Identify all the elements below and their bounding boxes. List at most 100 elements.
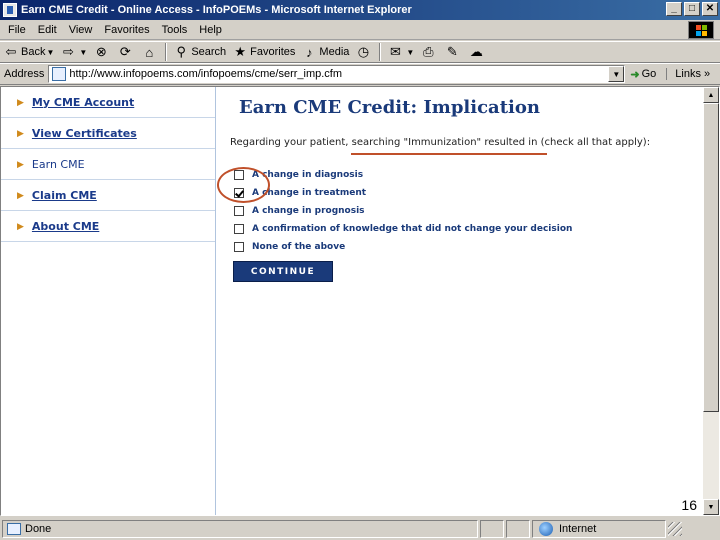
go-label: Go <box>641 68 657 80</box>
option-none-of-the-above[interactable]: None of the above <box>234 240 345 254</box>
back-dropdown-icon[interactable]: ▼ <box>46 48 54 57</box>
status-bar: Done Internet <box>0 518 720 540</box>
mail-icon: ✉ <box>389 44 401 59</box>
home-icon: ⌂ <box>145 44 154 60</box>
menu-help[interactable]: Help <box>193 24 228 36</box>
close-button[interactable]: ✕ <box>702 2 718 16</box>
back-button[interactable]: ⇦ Back ▼ <box>0 42 57 62</box>
security-zone-pane: Internet <box>532 520 666 538</box>
address-bar: Address http://www.infopoems.com/infopoe… <box>0 63 720 85</box>
continue-button[interactable]: CONTINUE <box>233 261 333 282</box>
refresh-button[interactable]: ⟳ <box>114 42 138 62</box>
print-button[interactable]: ⎙ <box>417 42 441 62</box>
menu-favorites[interactable]: Favorites <box>98 24 155 36</box>
print-icon: ⎙ <box>423 44 434 59</box>
toolbar-separator <box>379 43 382 61</box>
history-icon: ◷ <box>357 44 370 59</box>
stop-button[interactable]: ⊗ <box>90 42 114 62</box>
window-title: Earn CME Credit - Online Access - InfoPO… <box>21 4 412 16</box>
checkbox[interactable] <box>234 242 244 252</box>
address-dropdown-icon[interactable]: ▼ <box>608 66 625 82</box>
zone-label: Internet <box>559 523 597 535</box>
favorites-button[interactable]: ★ Favorites <box>229 42 298 62</box>
back-label: Back <box>21 46 46 58</box>
vertical-scrollbar[interactable]: ▲ ▼ <box>703 87 719 515</box>
bullet-arrow-icon: ▶ <box>17 158 24 169</box>
go-arrow-icon: ➜ <box>630 68 640 81</box>
mail-dropdown-icon[interactable]: ▼ <box>406 48 414 57</box>
page-done-icon <box>7 523 21 535</box>
address-label: Address <box>4 68 45 80</box>
status-pane-empty <box>480 520 504 538</box>
sidebar-item-label[interactable]: Earn CME <box>32 158 85 171</box>
edit-button[interactable]: ✎ <box>441 42 465 62</box>
internet-globe-icon <box>539 522 553 536</box>
maximize-button[interactable]: □ <box>684 2 700 16</box>
window-controls: _ □ ✕ <box>666 2 718 16</box>
address-input[interactable]: http://www.infopoems.com/infopoems/cme/s… <box>48 65 626 83</box>
sidebar-item-label[interactable]: Claim CME <box>32 189 97 202</box>
sidebar-item-label[interactable]: About CME <box>32 220 99 233</box>
bullet-arrow-icon: ▶ <box>17 220 24 231</box>
option-label: None of the above <box>252 242 346 252</box>
slide-number: 16 <box>681 497 697 513</box>
bullet-arrow-icon: ▶ <box>17 127 24 138</box>
forward-button[interactable]: ⇨ ▼ <box>57 42 90 62</box>
sidebar-item-my-cme-account[interactable]: ▶ My CME Account <box>1 87 215 118</box>
checkbox[interactable] <box>234 224 244 234</box>
menu-file[interactable]: File <box>0 24 32 36</box>
ie-page-icon <box>3 3 17 17</box>
edit-icon: ✎ <box>446 44 458 59</box>
option-confirmation-of-knowledge[interactable]: A confirmation of knowledge that did not… <box>234 222 572 236</box>
sidebar-item-view-certificates[interactable]: ▶ View Certificates <box>1 118 215 149</box>
minimize-button[interactable]: _ <box>666 2 682 16</box>
discuss-button[interactable]: ☁ <box>465 42 489 62</box>
address-url[interactable]: http://www.infopoems.com/infopoems/cme/s… <box>69 68 342 80</box>
sidebar-item-claim-cme[interactable]: ▶ Claim CME <box>1 180 215 211</box>
browser-viewport: ▶ My CME Account ▶ View Certificates ▶ E… <box>0 86 720 516</box>
search-button[interactable]: ⚲ Search <box>170 42 229 62</box>
discuss-icon: ☁ <box>469 44 483 59</box>
page-title: Earn CME Credit: Implication <box>239 97 540 118</box>
option-change-in-prognosis[interactable]: A change in prognosis <box>234 204 365 218</box>
sidebar-item-earn-cme[interactable]: ▶ Earn CME <box>1 149 215 180</box>
back-arrow-icon: ⇦ <box>5 44 17 59</box>
toolbar-separator <box>165 43 168 61</box>
home-button[interactable]: ⌂ <box>138 42 162 62</box>
menu-tools[interactable]: Tools <box>156 24 194 36</box>
mail-button[interactable]: ✉ ▼ <box>384 42 417 62</box>
search-icon: ⚲ <box>176 44 187 59</box>
main-content: Earn CME Credit: Implication Regarding y… <box>217 87 703 515</box>
page-icon <box>52 67 67 81</box>
windows-logo-icon <box>688 21 714 39</box>
scroll-thumb[interactable] <box>703 103 719 412</box>
checkbox[interactable] <box>234 206 244 216</box>
menu-edit[interactable]: Edit <box>32 24 63 36</box>
annotation-underline <box>351 153 547 155</box>
scroll-down-icon[interactable]: ▼ <box>703 499 719 515</box>
favorites-label: Favorites <box>250 46 296 58</box>
forward-dropdown-icon[interactable]: ▼ <box>79 48 87 57</box>
cme-sidebar: ▶ My CME Account ▶ View Certificates ▶ E… <box>1 87 216 515</box>
sidebar-item-label[interactable]: View Certificates <box>32 127 137 140</box>
resize-grip[interactable] <box>668 522 682 536</box>
menu-view[interactable]: View <box>63 24 99 36</box>
history-button[interactable]: ◷ <box>352 42 376 62</box>
media-button[interactable]: ♪ Media <box>298 42 352 62</box>
favorites-icon: ★ <box>234 44 246 59</box>
question-text: Regarding your patient, searching "Immun… <box>230 137 651 148</box>
links-toolbar[interactable]: Links » <box>666 68 710 80</box>
media-label: Media <box>319 46 350 58</box>
status-pane-empty <box>506 520 530 538</box>
bullet-arrow-icon: ▶ <box>17 96 24 107</box>
media-icon: ♪ <box>306 44 313 60</box>
status-text: Done <box>25 523 52 535</box>
stop-icon: ⊗ <box>95 44 107 59</box>
menu-bar: File Edit View Favorites Tools Help <box>0 20 720 40</box>
scroll-up-icon[interactable]: ▲ <box>703 87 719 103</box>
go-button[interactable]: ➜ Go <box>630 68 656 81</box>
sidebar-item-label[interactable]: My CME Account <box>32 96 134 109</box>
refresh-icon: ⟳ <box>119 44 131 59</box>
option-label: A change in prognosis <box>252 206 365 216</box>
sidebar-item-about-cme[interactable]: ▶ About CME <box>1 211 215 242</box>
